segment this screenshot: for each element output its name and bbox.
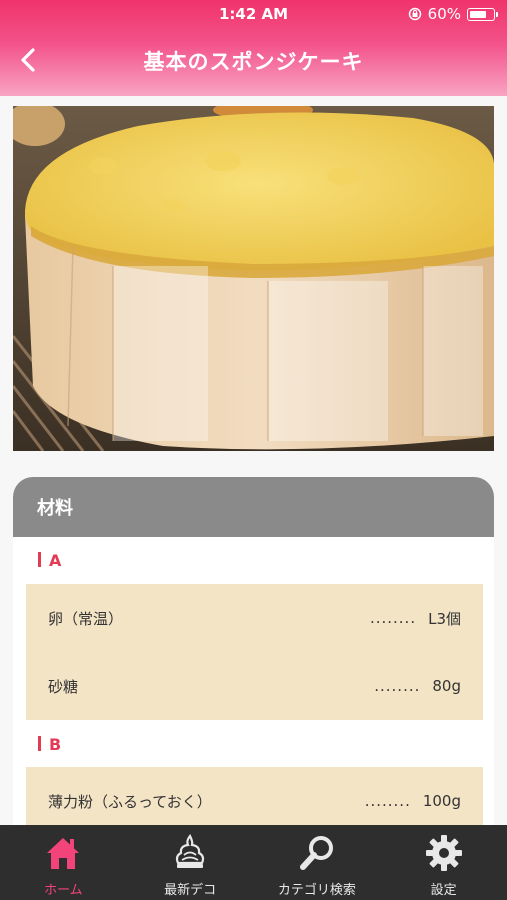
home-icon [47,838,80,869]
tab-category-search[interactable]: カテゴリ検索 [254,825,381,900]
ingredients-header: 材料 [13,477,494,537]
status-bar: 1:42 AM 60% [0,0,507,28]
tab-label: 最新デコ [164,883,217,898]
ingredient-name: 卵（常温） [48,609,124,628]
ingredient-quantity: 80g [432,677,461,695]
sponge-cake-image [13,106,494,451]
gear-icon [425,835,462,871]
group-label-b: B [13,735,61,754]
nav-bar: 基本のスポンジケーキ [0,28,507,92]
search-icon [299,836,333,870]
battery-percent: 60% [427,5,461,23]
ingredient-leader: ........ [364,792,411,810]
tab-label: 設定 [430,883,457,898]
tab-settings[interactable]: 設定 [380,825,507,900]
group-marker [38,552,41,567]
ingredients-card: 材料 A 卵（常温） ........ L3個 砂糖 ........ 80g … [13,477,494,837]
page-title: 基本のスポンジケーキ [143,50,364,74]
app-header: 1:42 AM 60% 基本のスポンジケーキ [0,0,507,96]
ingredient-row: 卵（常温） ........ L3個 [26,584,483,652]
orientation-lock-icon [408,7,421,21]
ingredient-quantity: L3個 [428,609,461,628]
group-label-a: A [13,551,61,570]
group-label-text: B [49,735,62,754]
ingredient-name: 薄力粉（ふるっておく） [48,792,212,811]
tab-home[interactable]: ホーム [0,825,127,900]
cream-icon [176,833,205,868]
tab-label: カテゴリ検索 [277,883,356,898]
ingredients-title: 材料 [37,498,73,519]
ingredient-name: 砂糖 [48,677,79,696]
ingredient-group-a: 卵（常温） ........ L3個 砂糖 ........ 80g [26,584,483,720]
ingredient-quantity: 100g [422,792,461,810]
group-label-text: A [49,551,62,570]
ingredient-leader: ........ [369,609,417,627]
tab-bar: ホーム 最新デコ カテゴリ検索 設定 [0,825,507,900]
battery-icon [467,7,498,21]
status-indicators: 60% [408,5,498,23]
tab-latest-deco[interactable]: 最新デコ [127,825,254,900]
ingredient-row: 砂糖 ........ 80g [26,652,483,720]
recipe-photo [13,106,494,451]
tab-label: ホーム [44,883,83,898]
ingredient-leader: ........ [374,677,421,695]
group-marker [38,736,41,751]
